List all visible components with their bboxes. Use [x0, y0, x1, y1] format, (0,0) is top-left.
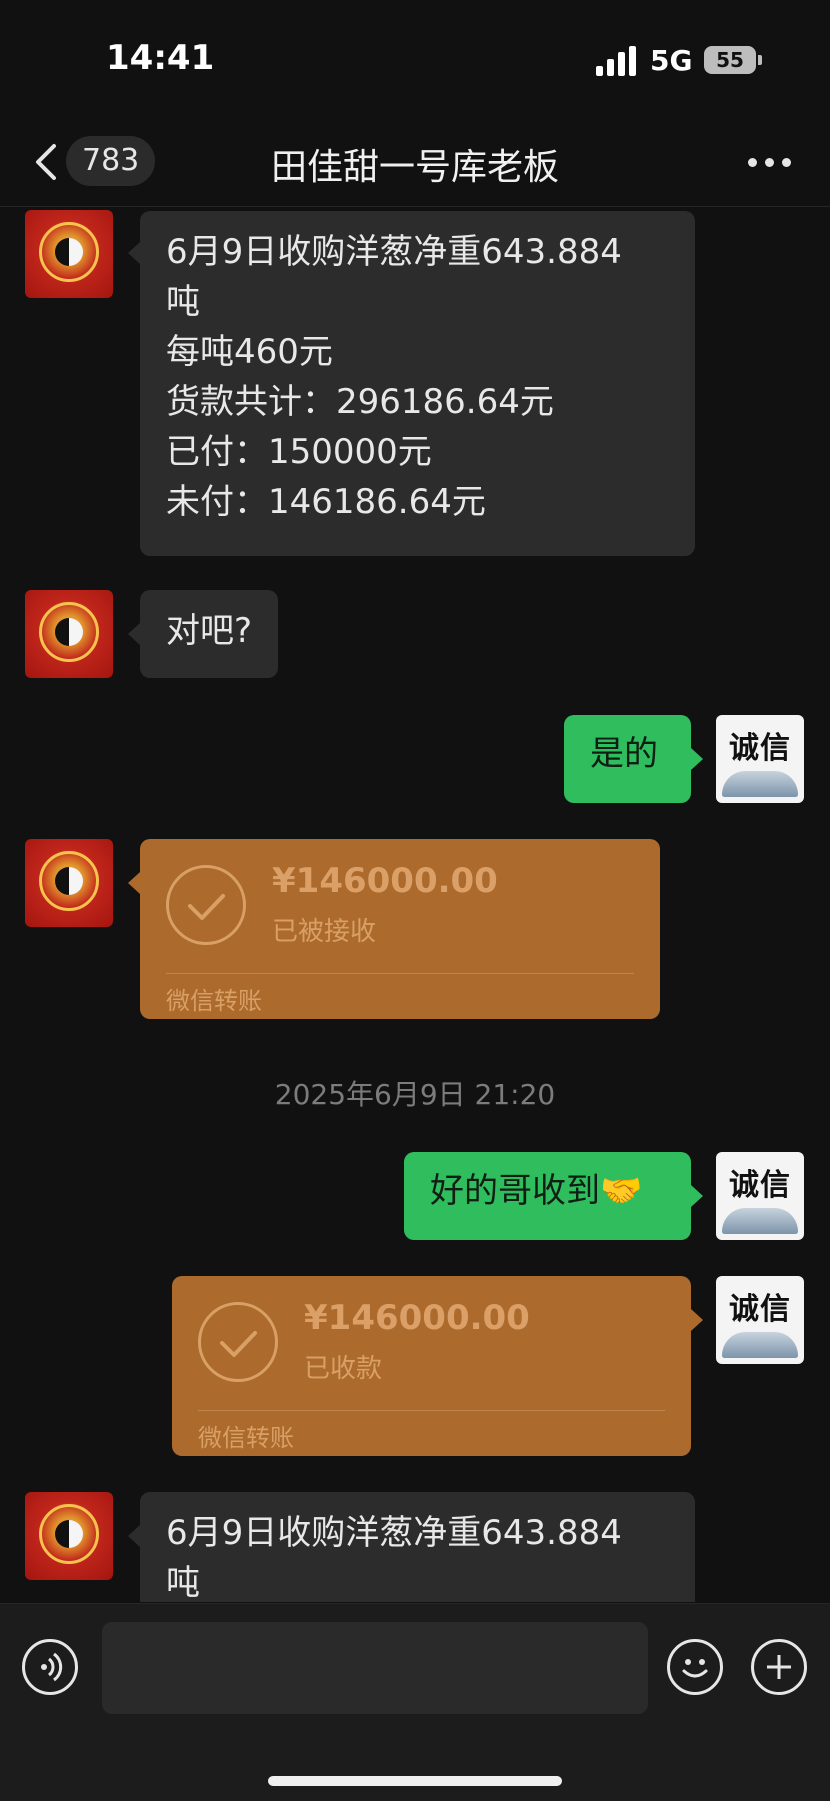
signal-icon [596, 46, 638, 76]
contact-avatar[interactable] [25, 590, 113, 678]
battery-icon: 55 [704, 46, 756, 74]
transfer-amount: ¥146000.00 [304, 1298, 530, 1338]
message-text: 对吧? [166, 611, 253, 651]
message-input[interactable] [102, 1622, 648, 1714]
more-options-icon[interactable] [748, 158, 792, 168]
bubble-tail [691, 748, 703, 770]
avatar-text: 诚信 [729, 1292, 791, 1327]
status-time: 14:41 [106, 38, 215, 78]
message-line: 吨 [166, 282, 200, 322]
contact-avatar[interactable] [25, 210, 113, 298]
avatar-text: 诚信 [729, 1168, 791, 1203]
message-bubble[interactable]: 对吧? [140, 590, 279, 678]
message-line: 6月9日收购洋葱净重643.884 [166, 1513, 622, 1553]
divider [198, 1410, 665, 1411]
message-bubble-invoice[interactable]: 6月9日收购洋葱净重643.884 吨 每吨460元 货款共计：296186.6… [140, 211, 695, 556]
transfer-card-received[interactable]: ¥146000.00 已被接收 微信转账 [140, 839, 660, 1019]
transfer-status: 已收款 [304, 1354, 383, 1384]
message-bubble-self[interactable]: 好的哥收到🤝 [404, 1152, 691, 1240]
bubble-tail [691, 1185, 703, 1207]
self-avatar[interactable]: 诚信 [716, 1276, 804, 1364]
battery-nub [758, 55, 762, 65]
self-avatar[interactable]: 诚信 [716, 715, 804, 803]
chat-message-list[interactable]: 6月9日收购洋葱净重643.884 吨 每吨460元 货款共计：296186.6… [0, 207, 830, 1602]
check-circle-icon [198, 1302, 278, 1382]
add-plus-icon[interactable] [751, 1639, 807, 1695]
message-text: 好的哥收到🤝 [430, 1171, 643, 1211]
message-line: 6月9日收购洋葱净重643.884 [166, 232, 622, 272]
self-avatar[interactable]: 诚信 [716, 1152, 804, 1240]
emoji-icon[interactable] [667, 1639, 723, 1695]
voice-input-icon[interactable] [22, 1639, 78, 1695]
transfer-status: 已被接收 [272, 917, 377, 947]
bubble-tail [128, 1525, 140, 1547]
chat-title: 田佳甜一号库老板 [270, 147, 559, 188]
message-line: 已付：150000元 [166, 432, 432, 472]
message-text: 是的 [590, 734, 658, 774]
divider [166, 973, 634, 974]
home-indicator [268, 1776, 562, 1786]
transfer-label: 微信转账 [166, 987, 262, 1015]
bubble-tail [691, 1309, 703, 1331]
avatar-text: 诚信 [729, 731, 791, 766]
transfer-label: 微信转账 [198, 1424, 294, 1452]
bubble-tail [128, 242, 140, 264]
contact-avatar[interactable] [25, 839, 113, 927]
bubble-tail [128, 872, 140, 894]
message-line: 吨 [166, 1563, 200, 1602]
transfer-amount: ¥146000.00 [272, 861, 498, 901]
contact-avatar[interactable] [25, 1492, 113, 1580]
transfer-card-collected[interactable]: ¥146000.00 已收款 微信转账 [172, 1276, 691, 1456]
message-bubble-invoice[interactable]: 6月9日收购洋葱净重643.884 吨 [140, 1492, 695, 1602]
message-line: 每吨460元 [166, 332, 333, 372]
message-bubble-self[interactable]: 是的 [564, 715, 691, 803]
input-toolbar [0, 1603, 830, 1801]
nav-bar: 783 田佳甜一号库老板 [0, 118, 830, 207]
message-timestamp: 2025年6月9日 21:20 [274, 1078, 556, 1111]
message-line: 货款共计：296186.64元 [166, 382, 554, 422]
check-circle-icon [166, 865, 246, 945]
bubble-tail [128, 623, 140, 645]
network-type: 5G [650, 44, 693, 77]
message-line: 未付：146186.64元 [166, 482, 486, 522]
